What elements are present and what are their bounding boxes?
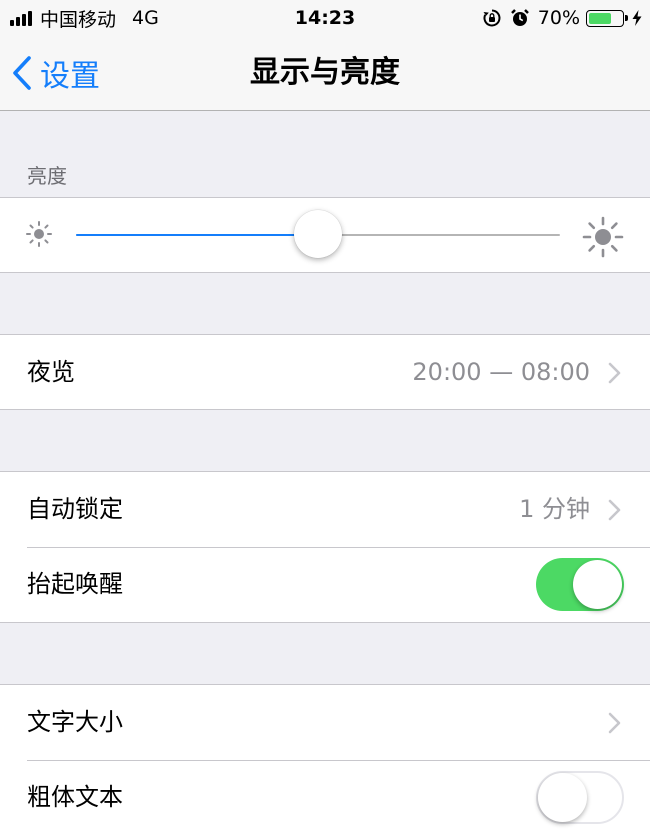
- lock-group: 自动锁定 1 分钟 抬起唤醒: [0, 471, 650, 623]
- back-button[interactable]: 设置: [12, 36, 100, 110]
- brightness-track-fill: [76, 234, 318, 236]
- battery-icon: [586, 9, 628, 27]
- night-shift-value: 20:00 — 08:00: [412, 358, 590, 386]
- status-bar: 中国移动 4G 14:23 70%: [0, 0, 650, 36]
- navigation-bar: 设置 显示与亮度: [0, 36, 650, 111]
- chevron-right-icon: [608, 712, 621, 734]
- bold-text-label: 粗体文本: [27, 783, 123, 811]
- auto-lock-label: 自动锁定: [27, 495, 123, 523]
- status-right: 70%: [482, 0, 642, 36]
- text-size-row[interactable]: 文字大小: [0, 685, 650, 760]
- battery-fill: [589, 12, 611, 24]
- brightness-thumb[interactable]: [294, 210, 342, 258]
- text-group: 文字大小 粗体文本: [0, 684, 650, 830]
- night-shift-group: 夜览 20:00 — 08:00: [0, 334, 650, 410]
- raise-to-wake-label: 抬起唤醒: [27, 570, 123, 598]
- bold-text-row: 粗体文本: [0, 760, 650, 830]
- bold-text-toggle[interactable]: [536, 771, 624, 824]
- alarm-icon: [510, 8, 530, 28]
- night-shift-label: 夜览: [27, 358, 75, 386]
- toggle-knob: [538, 773, 587, 822]
- chevron-right-icon: [608, 362, 621, 384]
- toggle-knob: [573, 560, 622, 609]
- chevron-left-icon: [13, 56, 31, 90]
- auto-lock-row[interactable]: 自动锁定 1 分钟: [0, 472, 650, 547]
- back-label: 设置: [40, 59, 100, 94]
- sun-large-icon: [582, 216, 624, 258]
- charging-bolt-icon: [632, 10, 642, 26]
- auto-lock-value: 1 分钟: [519, 495, 590, 523]
- chevron-right-icon: [608, 499, 621, 521]
- text-size-label: 文字大小: [27, 708, 123, 736]
- night-shift-row[interactable]: 夜览 20:00 — 08:00: [0, 335, 650, 410]
- rotation-lock-icon: [482, 8, 502, 28]
- sun-small-icon: [26, 221, 52, 247]
- raise-to-wake-toggle[interactable]: [536, 558, 624, 611]
- brightness-slider[interactable]: [0, 198, 650, 273]
- screen: 中国移动 4G 14:23 70% 设置 显示与亮度 亮度 夜览 20:00 —…: [0, 0, 650, 830]
- battery-percent: 70%: [537, 7, 580, 29]
- raise-to-wake-row: 抬起唤醒: [0, 547, 650, 622]
- brightness-group: [0, 197, 650, 273]
- brightness-section-header: 亮度: [27, 164, 67, 188]
